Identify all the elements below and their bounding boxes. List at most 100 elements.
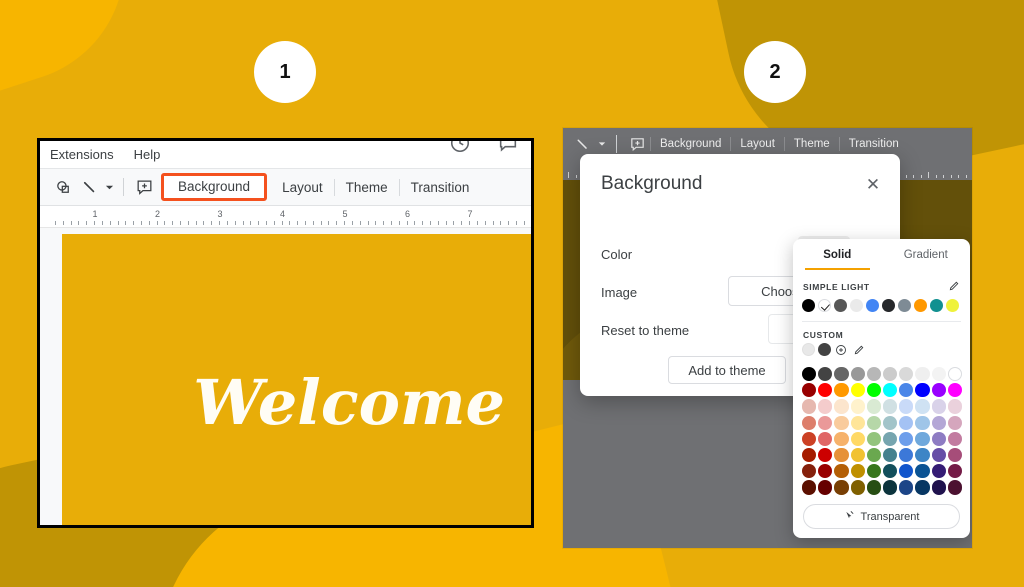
simple-light-swatch[interactable]	[882, 299, 895, 312]
color-grid-swatch[interactable]	[866, 415, 881, 430]
simple-light-swatch[interactable]	[898, 299, 911, 312]
color-grid-swatch[interactable]	[818, 448, 833, 463]
simple-light-swatch[interactable]	[946, 299, 959, 312]
color-grid-swatch[interactable]	[882, 415, 898, 430]
color-grid-swatch[interactable]	[818, 431, 833, 447]
color-grid-swatch[interactable]	[931, 480, 946, 495]
simple-light-swatch[interactable]	[850, 299, 863, 312]
history-icon[interactable]	[449, 141, 471, 154]
tab-solid[interactable]: Solid	[793, 239, 882, 270]
color-grid-swatch[interactable]	[947, 464, 962, 479]
color-grid-swatch[interactable]	[850, 431, 865, 447]
toolbar2-item-layout[interactable]: Layout	[731, 138, 784, 150]
color-grid-swatch[interactable]	[899, 431, 914, 447]
toolbar-item-transition[interactable]: Transition	[400, 176, 481, 199]
color-grid-swatch[interactable]	[882, 399, 898, 414]
color-grid-swatch[interactable]	[866, 431, 881, 447]
color-grid-swatch[interactable]	[834, 367, 849, 382]
color-grid-swatch[interactable]	[882, 383, 898, 398]
color-grid-swatch[interactable]	[818, 399, 833, 414]
color-grid-swatch[interactable]	[947, 367, 962, 382]
color-grid-swatch[interactable]	[802, 399, 817, 414]
line-icon[interactable]	[76, 174, 102, 200]
background-button-highlight[interactable]: Background	[161, 173, 268, 201]
color-grid-swatch[interactable]	[882, 431, 898, 447]
simple-light-swatch[interactable]	[834, 299, 847, 312]
color-grid-swatch[interactable]	[915, 448, 930, 463]
color-grid-swatch[interactable]	[931, 464, 946, 479]
add-comment-icon[interactable]	[131, 174, 157, 200]
eyedropper-icon[interactable]	[854, 344, 865, 355]
color-grid-swatch[interactable]	[915, 480, 930, 495]
color-grid-swatch[interactable]	[850, 480, 865, 495]
color-grid-swatch[interactable]	[866, 480, 881, 495]
slide-thumbnail[interactable]: Welcome	[62, 234, 531, 525]
color-grid-swatch[interactable]	[915, 399, 930, 414]
color-grid-swatch[interactable]	[882, 448, 898, 463]
color-grid-swatch[interactable]	[850, 383, 865, 398]
toolbar2-item-theme[interactable]: Theme	[785, 138, 839, 150]
toolbar-item-theme[interactable]: Theme	[335, 176, 399, 199]
color-grid-swatch[interactable]	[931, 383, 946, 398]
tab-gradient[interactable]: Gradient	[882, 239, 971, 270]
color-grid-swatch[interactable]	[834, 415, 849, 430]
comment-icon[interactable]	[497, 141, 519, 154]
color-grid-swatch[interactable]	[931, 448, 946, 463]
color-grid-swatch[interactable]	[882, 464, 898, 479]
color-grid-swatch[interactable]	[947, 431, 962, 447]
color-grid-swatch[interactable]	[915, 464, 930, 479]
color-grid-swatch[interactable]	[947, 448, 962, 463]
color-grid-swatch[interactable]	[850, 448, 865, 463]
color-grid-swatch[interactable]	[899, 448, 914, 463]
custom-swatch[interactable]	[818, 343, 831, 356]
color-grid-swatch[interactable]	[866, 383, 881, 398]
add-to-theme-button[interactable]: Add to theme	[668, 356, 786, 384]
color-grid-swatch[interactable]	[802, 383, 817, 398]
color-grid-swatch[interactable]	[866, 399, 881, 414]
color-grid-swatch[interactable]	[899, 464, 914, 479]
toolbar2-item-transition[interactable]: Transition	[840, 138, 908, 150]
color-grid-swatch[interactable]	[915, 431, 930, 447]
transparent-button[interactable]: Transparent	[803, 504, 960, 529]
menu-item-help[interactable]: Help	[134, 147, 161, 162]
color-grid-swatch[interactable]	[834, 464, 849, 479]
simple-light-swatch[interactable]	[802, 299, 815, 312]
toolbar-item-background[interactable]: Background	[168, 176, 260, 197]
color-grid-swatch[interactable]	[850, 415, 865, 430]
color-grid-swatch[interactable]	[899, 480, 914, 495]
chevron-down-icon[interactable]	[102, 174, 116, 200]
color-grid-swatch[interactable]	[818, 415, 833, 430]
color-grid-swatch[interactable]	[834, 383, 849, 398]
color-grid-swatch[interactable]	[818, 383, 833, 398]
color-grid-swatch[interactable]	[802, 464, 817, 479]
color-grid-swatch[interactable]	[850, 367, 865, 382]
color-grid-swatch[interactable]	[915, 415, 930, 430]
toolbar-item-layout[interactable]: Layout	[271, 176, 334, 199]
color-grid-swatch[interactable]	[931, 399, 946, 414]
color-grid-swatch[interactable]	[818, 480, 833, 495]
color-grid-swatch[interactable]	[802, 431, 817, 447]
color-grid-swatch[interactable]	[947, 415, 962, 430]
color-grid-swatch[interactable]	[802, 415, 817, 430]
custom-swatch[interactable]	[802, 343, 815, 356]
color-grid-swatch[interactable]	[931, 431, 946, 447]
color-grid-swatch[interactable]	[818, 367, 833, 382]
color-grid-swatch[interactable]	[899, 383, 914, 398]
color-grid-swatch[interactable]	[899, 399, 914, 414]
add-circle-icon[interactable]	[835, 344, 847, 356]
color-grid-swatch[interactable]	[915, 367, 930, 382]
color-grid-swatch[interactable]	[834, 399, 849, 414]
color-grid-swatch[interactable]	[850, 399, 865, 414]
color-grid-swatch[interactable]	[866, 464, 881, 479]
menu-item-extensions[interactable]: Extensions	[50, 147, 114, 162]
pencil-icon[interactable]	[949, 278, 960, 296]
color-grid-swatch[interactable]	[834, 448, 849, 463]
color-grid-swatch[interactable]	[802, 480, 817, 495]
horizontal-ruler[interactable]: 1 2 3 4 5 6 7	[40, 206, 531, 228]
color-grid-swatch[interactable]	[850, 464, 865, 479]
simple-light-swatch[interactable]	[914, 299, 927, 312]
color-grid-swatch[interactable]	[834, 480, 849, 495]
simple-light-swatch[interactable]	[818, 299, 831, 312]
color-grid-swatch[interactable]	[899, 367, 914, 382]
color-grid-swatch[interactable]	[947, 480, 962, 495]
